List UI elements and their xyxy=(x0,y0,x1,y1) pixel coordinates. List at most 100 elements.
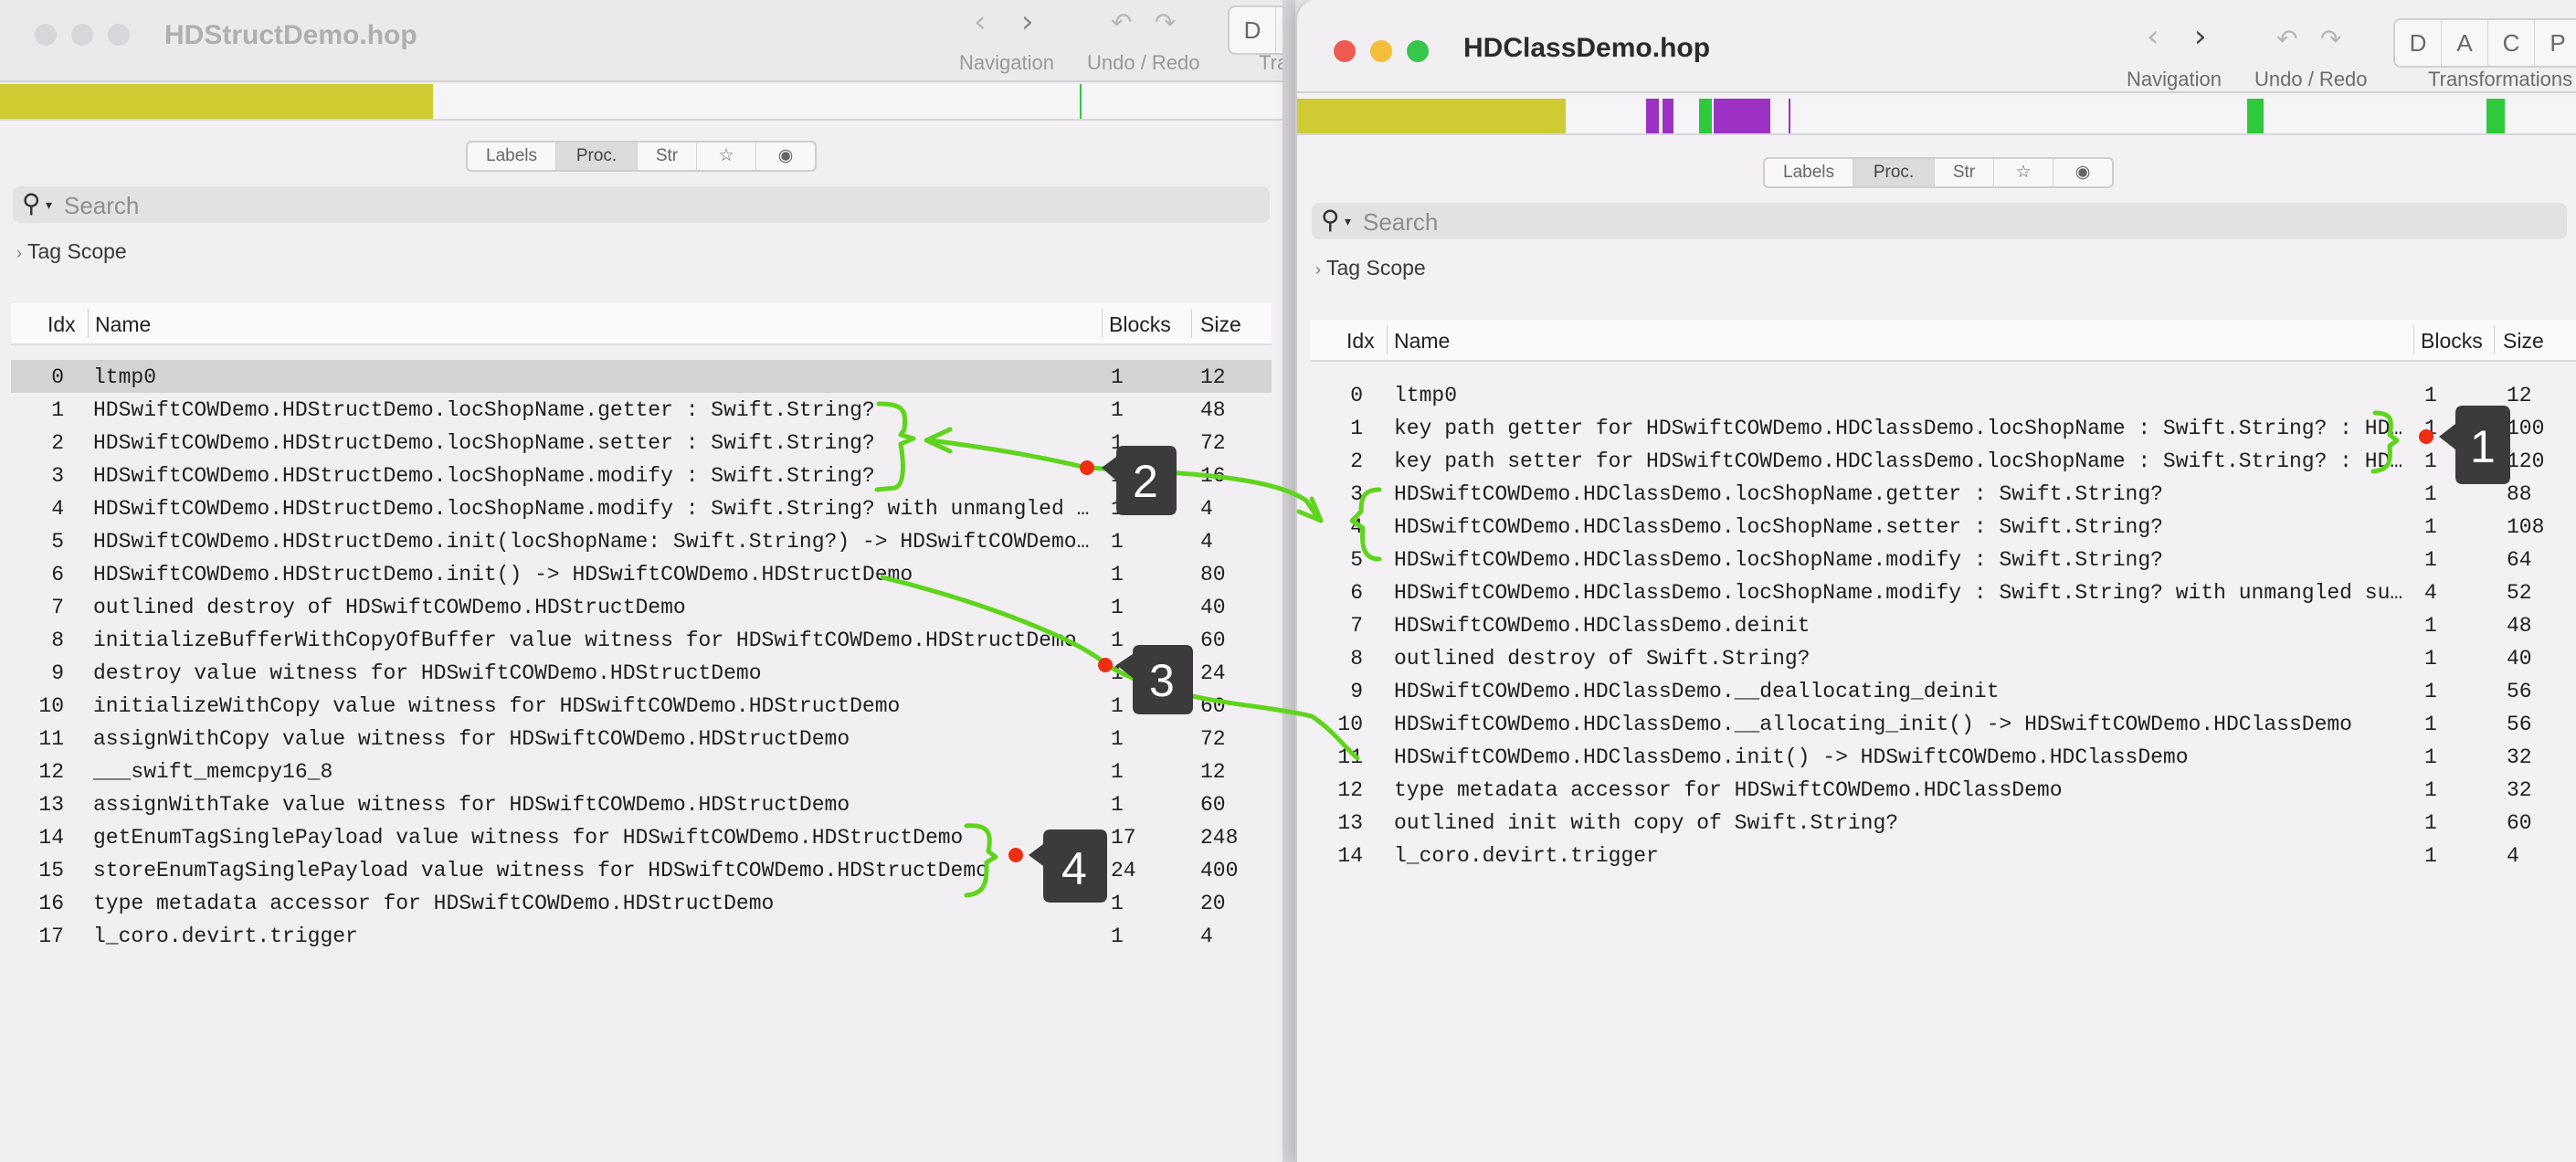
close-button[interactable] xyxy=(35,24,57,46)
row-size: 80 xyxy=(1200,563,1226,586)
table-row[interactable]: 12 type metadata accessor for HDSwiftCOWD… xyxy=(1310,773,2576,806)
left-titlebar: HDStructDemo.hop ‹ › Navigation ↶ ↷ Undo… xyxy=(0,0,1283,82)
redo-icon[interactable]: ↷ xyxy=(1155,7,1176,37)
tag-scope-disclosure[interactable]: › Tag Scope xyxy=(16,239,127,264)
table-row[interactable]: 2 key path setter for HDSwiftCOWDemo.HDCl… xyxy=(1310,444,2576,477)
table-row[interactable]: 15 storeEnumTagSinglePayload value witnes… xyxy=(11,853,1272,886)
row-size: 40 xyxy=(1200,596,1226,619)
search-input[interactable]: ⚲ ▾ Search xyxy=(13,186,1270,223)
table-row[interactable]: 3 HDSwiftCOWDemo.HDStructDemo.locShopName… xyxy=(11,459,1272,491)
row-blocks: 1 xyxy=(1111,431,1124,455)
tab-strings[interactable]: Str xyxy=(638,143,697,170)
window-title: HDStructDemo.hop xyxy=(164,20,417,50)
sidebar-mode-selector[interactable]: Labels Proc. Str ☆ ◉ xyxy=(1763,157,2114,188)
table-row[interactable]: 11 assignWithCopy value witness for HDSwi… xyxy=(11,722,1272,755)
table-row[interactable]: 6 HDSwiftCOWDemo.HDClassDemo.locShopName.… xyxy=(1310,576,2576,608)
nav-segment-proc-b xyxy=(1663,99,1673,133)
row-idx: 3 xyxy=(51,464,64,488)
table-row[interactable]: 10 HDSwiftCOWDemo.HDClassDemo.__allocatin… xyxy=(1310,707,2576,740)
close-button[interactable] xyxy=(1334,40,1356,62)
undo-icon[interactable]: ↶ xyxy=(1111,7,1132,37)
transform-button-p[interactable]: P xyxy=(2535,20,2576,66)
search-input[interactable]: ⚲ ▾ Search xyxy=(1312,203,2567,239)
transform-button-d[interactable]: D xyxy=(1230,7,1276,53)
tab-tags[interactable]: ☆ xyxy=(1994,159,2053,186)
sidebar-mode-selector[interactable]: Labels Proc. Str ☆ ◉ xyxy=(466,141,817,172)
row-size: 20 xyxy=(1200,892,1226,915)
column-size[interactable]: Size xyxy=(1200,312,1241,337)
tab-labels[interactable]: Labels xyxy=(1765,159,1853,186)
navigation-bar[interactable] xyxy=(1297,99,2576,135)
back-icon[interactable]: ‹ xyxy=(2147,18,2159,55)
zoom-button[interactable] xyxy=(1407,40,1429,62)
table-row[interactable]: 9 destroy value witness for HDSwiftCOWDem… xyxy=(11,656,1272,689)
table-row[interactable]: 4 HDSwiftCOWDemo.HDStructDemo.locShopName… xyxy=(11,491,1272,524)
row-name: initializeBufferWithCopyOfBuffer value w… xyxy=(93,629,1077,652)
table-row[interactable]: 13 outlined init with copy of Swift.Strin… xyxy=(1310,806,2576,839)
column-name[interactable]: Name xyxy=(95,312,151,337)
redo-icon[interactable]: ↷ xyxy=(2320,24,2341,54)
search-icon: ⚲ xyxy=(1321,206,1340,234)
transform-button-a[interactable]: A xyxy=(2442,20,2488,66)
row-idx: 2 xyxy=(51,431,64,455)
navigation-bar[interactable] xyxy=(0,84,1283,121)
tab-procedures[interactable]: Proc. xyxy=(556,143,638,170)
table-row[interactable]: 6 HDSwiftCOWDemo.HDStructDemo.init() -> H… xyxy=(11,557,1272,590)
table-row[interactable]: 13 assignWithTake value witness for HDSwi… xyxy=(11,787,1272,820)
table-row[interactable]: 0 ltmp0 1 12 xyxy=(11,360,1272,393)
table-row[interactable]: 14 l_coro.devirt.trigger 1 4 xyxy=(1310,839,2576,872)
nav-segment-marker xyxy=(1080,84,1082,119)
tab-procedures[interactable]: Proc. xyxy=(1853,159,1935,186)
row-name: HDSwiftCOWDemo.HDClassDemo.locShopName.g… xyxy=(1394,482,2163,506)
back-icon[interactable]: ‹ xyxy=(974,4,987,40)
table-row[interactable]: 10 initializeWithCopy value witness for H… xyxy=(11,689,1272,722)
table-row[interactable]: 2 HDSwiftCOWDemo.HDStructDemo.locShopName… xyxy=(11,426,1272,459)
column-idx[interactable]: Idx xyxy=(48,312,76,337)
transform-button-d[interactable]: D xyxy=(2395,20,2442,66)
table-row[interactable]: 11 HDSwiftCOWDemo.HDClassDemo.init() -> H… xyxy=(1310,740,2576,773)
table-row[interactable]: 9 HDSwiftCOWDemo.HDClassDemo.__deallocati… xyxy=(1310,674,2576,707)
table-row[interactable]: 8 initializeBufferWithCopyOfBuffer value … xyxy=(11,623,1272,656)
tab-colors[interactable]: ◉ xyxy=(2053,159,2112,186)
row-name: initializeWithCopy value witness for HDS… xyxy=(93,694,901,718)
table-row[interactable]: 3 HDSwiftCOWDemo.HDClassDemo.locShopName.… xyxy=(1310,477,2576,510)
column-blocks[interactable]: Blocks xyxy=(1109,312,1171,337)
table-row[interactable]: 16 type metadata accessor for HDSwiftCOWD… xyxy=(11,886,1272,919)
table-row[interactable]: 12 ___swift_memcpy16_8 1 12 xyxy=(11,755,1272,787)
column-size[interactable]: Size xyxy=(2503,329,2544,354)
table-row[interactable]: 0 ltmp0 1 12 xyxy=(1310,378,2576,411)
row-idx: 7 xyxy=(1350,614,1363,638)
table-row[interactable]: 7 outlined destroy of HDSwiftCOWDemo.HDSt… xyxy=(11,590,1272,623)
table-row[interactable]: 14 getEnumTagSinglePayload value witness … xyxy=(11,820,1272,853)
tab-labels[interactable]: Labels xyxy=(468,143,556,170)
column-blocks[interactable]: Blocks xyxy=(2421,329,2483,354)
tag-scope-disclosure[interactable]: › Tag Scope xyxy=(1315,256,1426,280)
tab-colors[interactable]: ◉ xyxy=(756,143,815,170)
column-name[interactable]: Name xyxy=(1394,329,1450,354)
tab-tags[interactable]: ☆ xyxy=(697,143,756,170)
table-row[interactable]: 17 l_coro.devirt.trigger 1 4 xyxy=(11,919,1272,952)
undo-icon[interactable]: ↶ xyxy=(2276,24,2297,54)
minimize-button[interactable] xyxy=(1370,40,1392,62)
forward-icon[interactable]: › xyxy=(1021,4,1034,40)
row-idx: 1 xyxy=(1350,417,1363,440)
table-row[interactable]: 5 HDSwiftCOWDemo.HDStructDemo.init(locSho… xyxy=(11,524,1272,557)
zoom-button[interactable] xyxy=(108,24,130,46)
row-name: storeEnumTagSinglePayload value witness … xyxy=(93,859,988,882)
row-blocks: 1 xyxy=(2424,745,2437,769)
table-row[interactable]: 7 HDSwiftCOWDemo.HDClassDemo.deinit 1 48 xyxy=(1310,608,2576,641)
table-row[interactable]: 8 outlined destroy of Swift.String? 1 40 xyxy=(1310,641,2576,674)
table-row[interactable]: 4 HDSwiftCOWDemo.HDClassDemo.locShopName.… xyxy=(1310,510,2576,543)
tab-strings[interactable]: Str xyxy=(1935,159,1994,186)
transformations-label: Tra xyxy=(1259,51,1283,74)
table-row[interactable]: 1 key path getter for HDSwiftCOWDemo.HDCl… xyxy=(1310,411,2576,444)
row-name: HDSwiftCOWDemo.HDClassDemo.locShopName.m… xyxy=(1394,548,2163,572)
transform-button-c[interactable]: C xyxy=(2488,20,2535,66)
table-row[interactable]: 5 HDSwiftCOWDemo.HDClassDemo.locShopName.… xyxy=(1310,543,2576,576)
row-name: l_coro.devirt.trigger xyxy=(93,924,358,948)
minimize-button[interactable] xyxy=(71,24,93,46)
row-blocks: 1 xyxy=(1111,563,1124,586)
forward-icon[interactable]: › xyxy=(2194,18,2207,55)
table-row[interactable]: 1 HDSwiftCOWDemo.HDStructDemo.locShopName… xyxy=(11,393,1272,426)
column-idx[interactable]: Idx xyxy=(1346,329,1375,354)
